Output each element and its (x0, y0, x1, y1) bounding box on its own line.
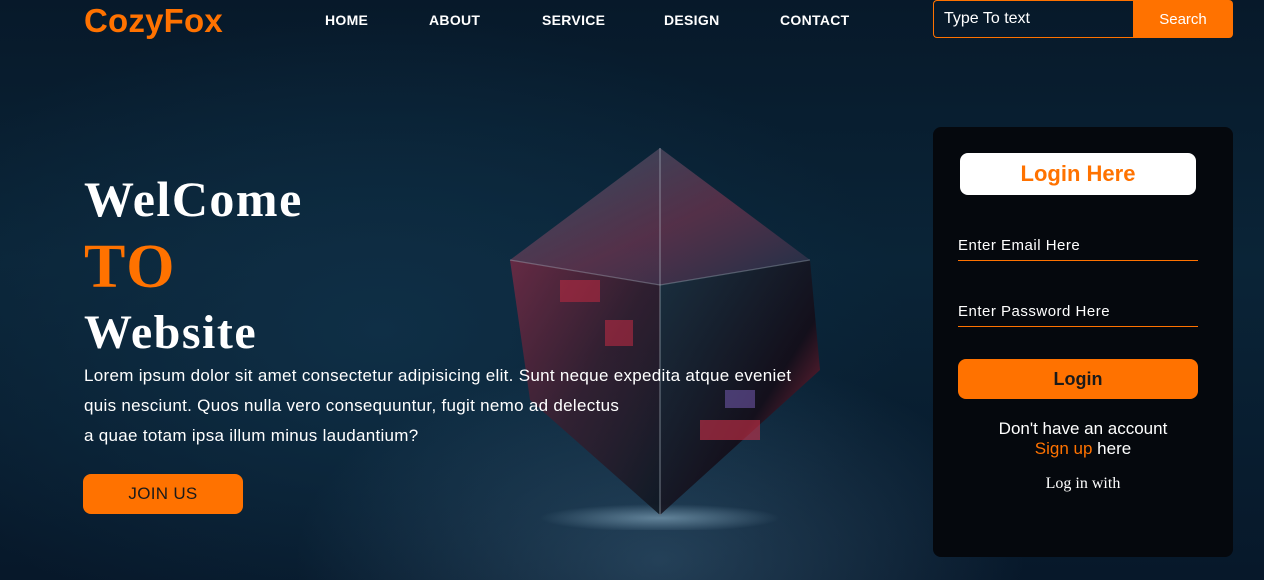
hero-description-line: quis nesciunt. Quos nulla vero consequun… (84, 396, 620, 415)
password-field[interactable] (958, 297, 1198, 327)
signup-link[interactable]: Sign up (1035, 439, 1093, 458)
search-bar: Search (933, 0, 1233, 38)
hero-title-welcome: WelCome (84, 171, 303, 227)
search-input[interactable] (933, 0, 1133, 38)
nav-link-home[interactable]: HOME (325, 12, 368, 28)
no-account-text: Don't have an account (998, 419, 1168, 438)
nav-link-design[interactable]: DESIGN (664, 12, 719, 28)
signup-suffix: here (1092, 439, 1132, 458)
nav-link-about[interactable]: ABOUT (429, 12, 480, 28)
login-heading: Login Here (960, 153, 1196, 195)
login-form: Login Here Login Don't have an account S… (933, 127, 1233, 557)
main-nav: HOME ABOUT SERVICE DESIGN CONTACT (0, 12, 900, 32)
hero-description-line: a quae totam ipsa illum minus laudantium… (84, 426, 419, 445)
hero-description-line: Lorem ipsum dolor sit amet consectetur a… (84, 366, 792, 385)
signup-prompt: Don't have an account Sign up here (933, 419, 1233, 459)
nav-link-service[interactable]: SERVICE (542, 12, 605, 28)
glass-cube-image (509, 148, 820, 530)
join-us-button[interactable]: JOIN US (83, 474, 243, 514)
search-button[interactable]: Search (1133, 0, 1233, 38)
login-with-text: Log in with (1045, 475, 1121, 492)
hero-title-to: TO (84, 233, 177, 301)
nav-link-contact[interactable]: CONTACT (780, 12, 850, 28)
email-field[interactable] (958, 231, 1198, 261)
login-button[interactable]: Login (958, 359, 1198, 399)
hero-description: Lorem ipsum dolor sit amet consectetur a… (84, 361, 884, 451)
hero-title-website: Website (84, 306, 258, 359)
